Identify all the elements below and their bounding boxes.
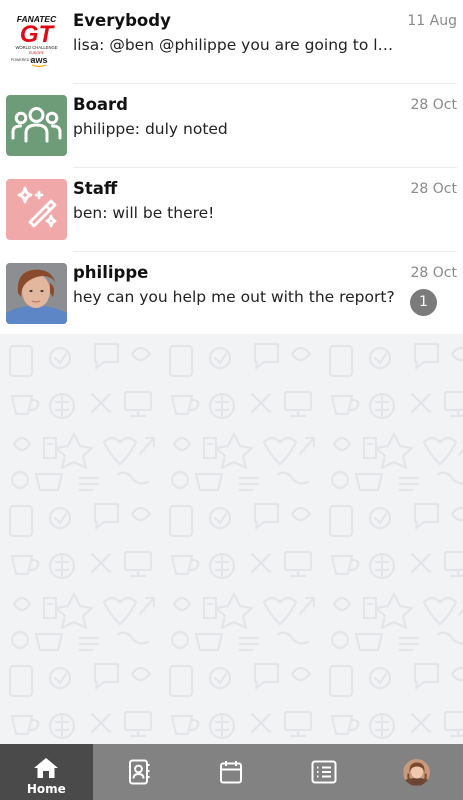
calendar-icon: [220, 761, 243, 784]
user-photo: [6, 263, 67, 324]
contacts-icon: [128, 759, 150, 785]
chat-preview: ben: will be there!: [73, 204, 215, 222]
chat-row-board[interactable]: Board philippe: duly noted 28 Oct: [0, 84, 463, 168]
chat-row-philippe[interactable]: philippe hey can you help me out with th…: [0, 252, 463, 336]
group-icon: [6, 95, 67, 156]
chat-name: Board: [73, 95, 128, 114]
list-icon: [311, 760, 337, 784]
chat-row-staff[interactable]: Staff ben: will be there! 28 Oct: [0, 168, 463, 252]
doodle-background: [0, 334, 463, 744]
logo-sub-text: WORLD CHALLENGE: [15, 45, 57, 50]
nav-contacts[interactable]: [93, 744, 186, 800]
nav-home[interactable]: Home: [0, 744, 93, 800]
chat-date: 28 Oct: [410, 97, 457, 113]
chat-row-everybody[interactable]: FANATEC GT WORLD CHALLENGE EUROPE POWERE…: [0, 0, 463, 84]
nav-home-label: Home: [26, 782, 66, 796]
chat-name: Everybody: [73, 11, 171, 30]
magic-wand-icon: [6, 179, 67, 240]
chat-list: FANATEC GT WORLD CHALLENGE EUROPE POWERE…: [0, 0, 463, 334]
logo-mark-text: GT: [20, 21, 56, 48]
home-icon: [34, 758, 59, 778]
chat-date: 28 Oct: [410, 181, 457, 197]
chat-name: philippe: [73, 263, 149, 282]
profile-avatar: [403, 758, 431, 786]
logo-aws-text: aws: [30, 55, 47, 65]
chat-date: 11 Aug: [407, 13, 457, 29]
nav-profile[interactable]: [370, 744, 463, 800]
nav-calendar[interactable]: [185, 744, 278, 800]
bottom-navigation: Home: [0, 744, 463, 800]
chat-preview: lisa: @ben @philippe you are going to li…: [73, 36, 395, 54]
chat-date: 28 Oct: [410, 265, 457, 281]
nav-list[interactable]: [278, 744, 371, 800]
chat-preview: hey can you help me out with the report?: [73, 288, 395, 306]
fanatec-gt-logo: FANATEC GT WORLD CHALLENGE EUROPE POWERE…: [6, 11, 67, 72]
chat-preview: philippe: duly noted: [73, 120, 228, 138]
unread-badge: 1: [410, 289, 437, 316]
chat-name: Staff: [73, 179, 118, 198]
